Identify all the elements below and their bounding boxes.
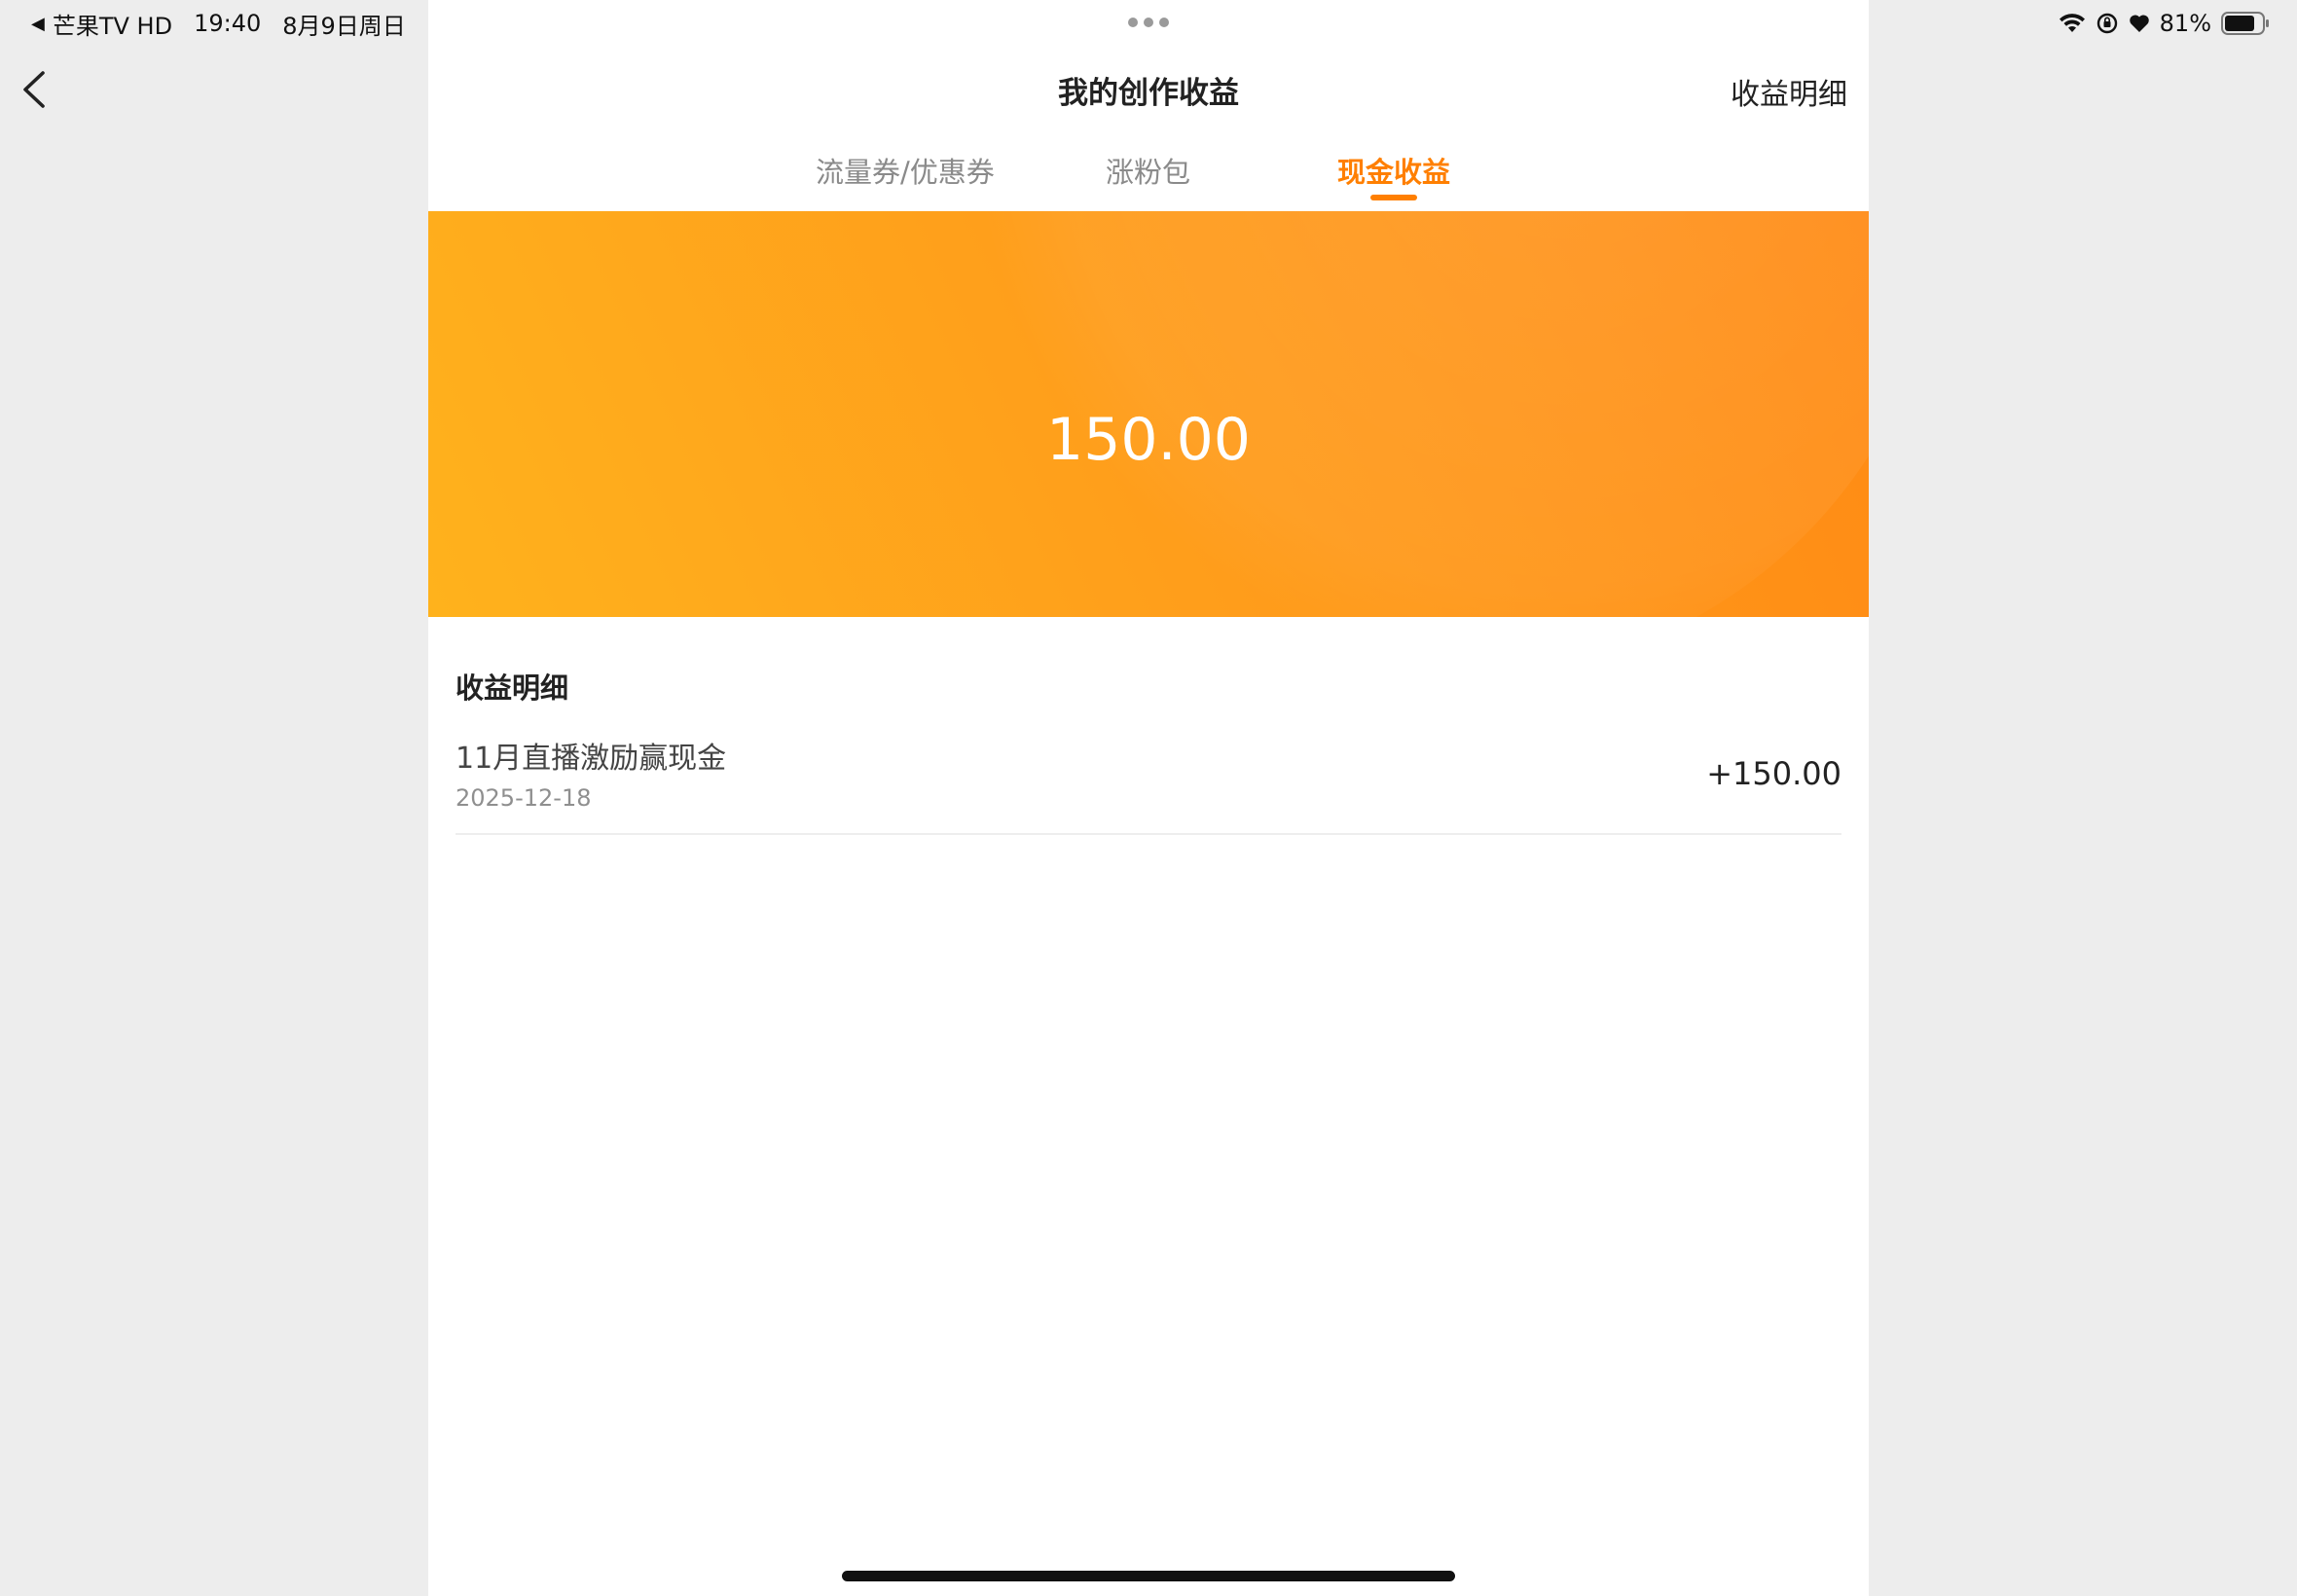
earnings-banner: 150.00 — [428, 211, 1869, 617]
battery-percent: 81% — [2159, 10, 2211, 37]
page-title: 我的创作收益 — [1058, 76, 1239, 111]
record-date: 2025-12-18 — [456, 784, 592, 812]
orientation-lock-icon — [2096, 12, 2119, 35]
status-time: 19:40 — [194, 10, 262, 37]
earnings-detail-link[interactable]: 收益明细 — [1731, 70, 1847, 113]
record-amount: +150.00 — [1706, 755, 1841, 792]
home-indicator[interactable] — [842, 1571, 1455, 1581]
wifi-icon — [2059, 13, 2086, 34]
status-bar-left: ◀ 芒果TV HD 19:40 8月9日周日 — [31, 6, 406, 41]
status-date: 8月9日周日 — [282, 12, 406, 40]
tab-bar: 流量券/优惠券 涨粉包 现金收益 — [428, 150, 1869, 208]
tab-cash-earnings[interactable]: 现金收益 — [1337, 150, 1450, 191]
section-title: 收益明细 — [456, 671, 569, 705]
record-title: 11月直播激励赢现金 — [456, 742, 727, 776]
heart-icon — [2129, 14, 2150, 33]
battery-icon — [2221, 12, 2270, 35]
status-bar-right: 81% — [2059, 6, 2270, 41]
back-button[interactable] — [18, 68, 53, 111]
back-to-app-icon[interactable]: ◀ — [31, 14, 45, 34]
earnings-record[interactable]: 11月直播激励赢现金 2025-12-18 +150.00 — [456, 724, 1841, 835]
back-to-app-label[interactable]: 芒果TV HD — [53, 7, 172, 41]
tab-follower-pack[interactable]: 涨粉包 — [1106, 150, 1190, 191]
active-tab-indicator — [1370, 195, 1417, 200]
multitasking-handle[interactable] — [1128, 18, 1169, 27]
balance-amount: 150.00 — [1046, 406, 1251, 474]
tab-traffic-coupons[interactable]: 流量券/优惠券 — [816, 150, 995, 191]
chevron-left-icon — [23, 71, 45, 108]
main-panel: 我的创作收益 收益明细 流量券/优惠券 涨粉包 现金收益 150.00 收益明细… — [428, 0, 1869, 1596]
